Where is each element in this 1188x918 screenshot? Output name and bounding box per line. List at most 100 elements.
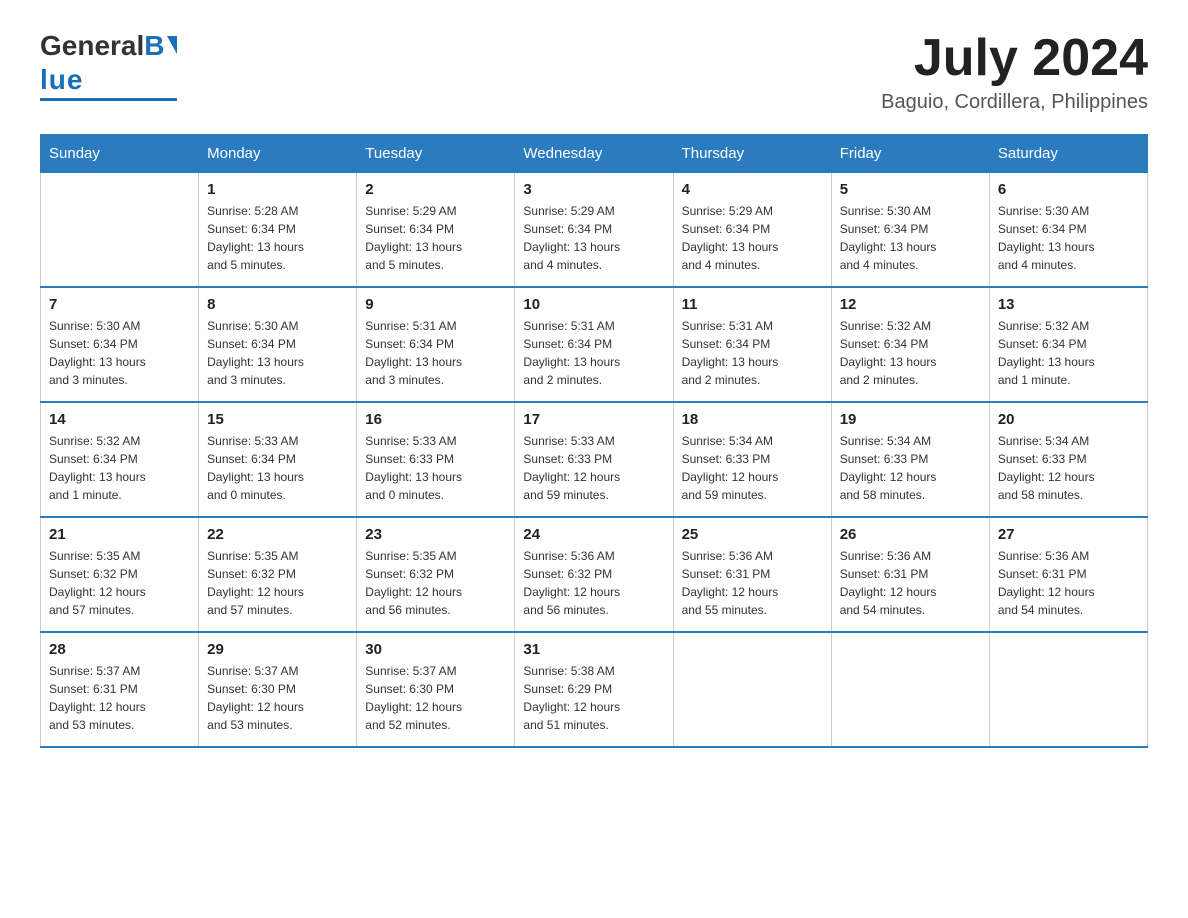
day-info: Sunrise: 5:29 AMSunset: 6:34 PMDaylight:… [523,202,664,274]
calendar-cell: 14Sunrise: 5:32 AMSunset: 6:34 PMDayligh… [41,402,199,517]
calendar-cell: 16Sunrise: 5:33 AMSunset: 6:33 PMDayligh… [357,402,515,517]
day-number: 1 [207,181,348,198]
month-year-title: July 2024 [881,30,1148,87]
calendar-cell: 26Sunrise: 5:36 AMSunset: 6:31 PMDayligh… [831,517,989,632]
calendar-cell: 30Sunrise: 5:37 AMSunset: 6:30 PMDayligh… [357,632,515,747]
calendar-cell: 4 Sunrise: 5:29 AMSunset: 6:34 PMDaylight… [673,173,831,288]
calendar-cell: 22 Sunrise: 5:35 AMSunset: 6:32 PMDayligh… [199,517,357,632]
day-info: Sunrise: 5:31 AMSunset: 6:34 PMDaylight:… [365,317,506,389]
day-info: Sunrise: 5:32 AMSunset: 6:34 PMDaylight:… [998,317,1139,389]
calendar-cell: 20Sunrise: 5:34 AMSunset: 6:33 PMDayligh… [989,402,1147,517]
day-number: 7 [49,296,190,313]
calendar-cell: 24Sunrise: 5:36 AMSunset: 6:32 PMDayligh… [515,517,673,632]
day-info: Sunrise: 5:35 AMSunset: 6:32 PMDaylight:… [365,547,506,619]
day-number: 2 [365,181,506,198]
day-info: Sunrise: 5:33 AMSunset: 6:33 PMDaylight:… [523,432,664,504]
day-info: Sunrise: 5:29 AMSunset: 6:34 PMDaylight:… [682,202,823,274]
calendar-cell: 21Sunrise: 5:35 AMSunset: 6:32 PMDayligh… [41,517,199,632]
day-number: 22 [207,526,348,543]
day-number: 8 [207,296,348,313]
day-info: Sunrise: 5:31 AMSunset: 6:34 PMDaylight:… [682,317,823,389]
logo-underline [40,98,177,101]
day-number: 27 [998,526,1139,543]
calendar-cell: 3 Sunrise: 5:29 AMSunset: 6:34 PMDaylight… [515,173,673,288]
day-number: 19 [840,411,981,428]
day-info: Sunrise: 5:34 AMSunset: 6:33 PMDaylight:… [998,432,1139,504]
header-monday: Monday [199,135,357,173]
day-info: Sunrise: 5:33 AMSunset: 6:34 PMDaylight:… [207,432,348,504]
calendar-week-row: 21Sunrise: 5:35 AMSunset: 6:32 PMDayligh… [41,517,1148,632]
logo-b-text: B [144,30,164,62]
day-number: 5 [840,181,981,198]
calendar-cell: 23 Sunrise: 5:35 AMSunset: 6:32 PMDayligh… [357,517,515,632]
calendar-cell: 5 Sunrise: 5:30 AMSunset: 6:34 PMDaylight… [831,173,989,288]
logo: General B lue [40,30,177,101]
calendar-week-row: 1Sunrise: 5:28 AMSunset: 6:34 PMDaylight… [41,173,1148,288]
day-info: Sunrise: 5:35 AMSunset: 6:32 PMDaylight:… [207,547,348,619]
logo-triangle-icon [167,36,177,54]
day-info: Sunrise: 5:38 AMSunset: 6:29 PMDaylight:… [523,662,664,734]
calendar-cell: 2 Sunrise: 5:29 AMSunset: 6:34 PMDaylight… [357,173,515,288]
day-number: 28 [49,641,190,658]
day-number: 29 [207,641,348,658]
calendar-cell: 6 Sunrise: 5:30 AMSunset: 6:34 PMDaylight… [989,173,1147,288]
calendar-week-row: 28 Sunrise: 5:37 AMSunset: 6:31 PMDayligh… [41,632,1148,747]
calendar-cell: 13 Sunrise: 5:32 AMSunset: 6:34 PMDayligh… [989,287,1147,402]
calendar-cell: 10Sunrise: 5:31 AMSunset: 6:34 PMDayligh… [515,287,673,402]
day-number: 16 [365,411,506,428]
day-info: Sunrise: 5:30 AMSunset: 6:34 PMDaylight:… [840,202,981,274]
calendar-cell: 7 Sunrise: 5:30 AMSunset: 6:34 PMDaylight… [41,287,199,402]
day-number: 4 [682,181,823,198]
calendar-cell: 28 Sunrise: 5:37 AMSunset: 6:31 PMDayligh… [41,632,199,747]
calendar-cell: 1Sunrise: 5:28 AMSunset: 6:34 PMDaylight… [199,173,357,288]
calendar-cell: 29 Sunrise: 5:37 AMSunset: 6:30 PMDayligh… [199,632,357,747]
day-info: Sunrise: 5:29 AMSunset: 6:34 PMDaylight:… [365,202,506,274]
day-info: Sunrise: 5:36 AMSunset: 6:31 PMDaylight:… [682,547,823,619]
day-number: 31 [523,641,664,658]
calendar-cell: 15 Sunrise: 5:33 AMSunset: 6:34 PMDayligh… [199,402,357,517]
calendar-cell [41,173,199,288]
calendar-table: SundayMondayTuesdayWednesdayThursdayFrid… [40,134,1148,748]
day-info: Sunrise: 5:34 AMSunset: 6:33 PMDaylight:… [682,432,823,504]
header-friday: Friday [831,135,989,173]
day-number: 15 [207,411,348,428]
header-tuesday: Tuesday [357,135,515,173]
logo-blue-part: B [144,30,176,62]
day-info: Sunrise: 5:30 AMSunset: 6:34 PMDaylight:… [49,317,190,389]
calendar-week-row: 14Sunrise: 5:32 AMSunset: 6:34 PMDayligh… [41,402,1148,517]
header-thursday: Thursday [673,135,831,173]
day-number: 25 [682,526,823,543]
day-number: 23 [365,526,506,543]
calendar-cell [673,632,831,747]
calendar-cell [989,632,1147,747]
day-number: 17 [523,411,664,428]
calendar-cell: 25 Sunrise: 5:36 AMSunset: 6:31 PMDayligh… [673,517,831,632]
calendar-cell: 9Sunrise: 5:31 AMSunset: 6:34 PMDaylight… [357,287,515,402]
day-info: Sunrise: 5:32 AMSunset: 6:34 PMDaylight:… [49,432,190,504]
calendar-cell: 12Sunrise: 5:32 AMSunset: 6:34 PMDayligh… [831,287,989,402]
calendar-cell: 27Sunrise: 5:36 AMSunset: 6:31 PMDayligh… [989,517,1147,632]
calendar-cell: 31 Sunrise: 5:38 AMSunset: 6:29 PMDayligh… [515,632,673,747]
day-info: Sunrise: 5:37 AMSunset: 6:31 PMDaylight:… [49,662,190,734]
calendar-cell [831,632,989,747]
day-info: Sunrise: 5:37 AMSunset: 6:30 PMDaylight:… [207,662,348,734]
header-sunday: Sunday [41,135,199,173]
location-subtitle: Baguio, Cordillera, Philippines [881,91,1148,114]
day-info: Sunrise: 5:30 AMSunset: 6:34 PMDaylight:… [998,202,1139,274]
page-header: General B lue July 2024 Baguio, Cordille… [40,30,1148,114]
day-number: 13 [998,296,1139,313]
calendar-cell: 19Sunrise: 5:34 AMSunset: 6:33 PMDayligh… [831,402,989,517]
calendar-week-row: 7 Sunrise: 5:30 AMSunset: 6:34 PMDaylight… [41,287,1148,402]
day-number: 24 [523,526,664,543]
day-number: 12 [840,296,981,313]
day-number: 6 [998,181,1139,198]
day-number: 3 [523,181,664,198]
day-number: 30 [365,641,506,658]
calendar-cell: 8 Sunrise: 5:30 AMSunset: 6:34 PMDaylight… [199,287,357,402]
day-number: 10 [523,296,664,313]
day-info: Sunrise: 5:30 AMSunset: 6:34 PMDaylight:… [207,317,348,389]
day-number: 11 [682,296,823,313]
day-number: 26 [840,526,981,543]
day-info: Sunrise: 5:35 AMSunset: 6:32 PMDaylight:… [49,547,190,619]
logo-lue-text: lue [40,64,83,96]
